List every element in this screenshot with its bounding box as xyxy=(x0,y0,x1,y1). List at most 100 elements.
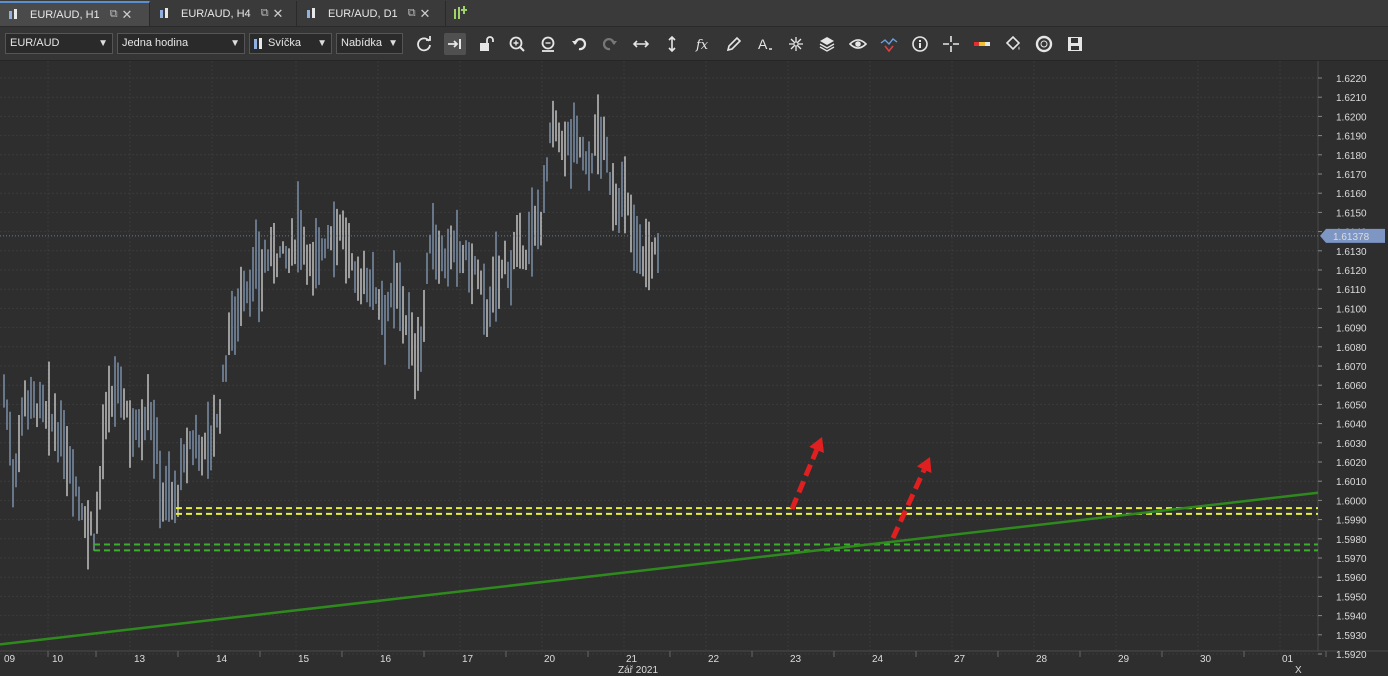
alerts-button[interactable] xyxy=(878,33,900,55)
price-chart[interactable]: 1.6220 1.6210 1.6200 1.6190 1.6180 1.6170 1.61… xyxy=(0,61,1388,676)
price-tick-label: 1.6110 xyxy=(1336,285,1366,296)
symbol-value: EUR/AUD xyxy=(10,37,60,49)
time-tick-label: 30 xyxy=(1200,654,1212,665)
undo-button[interactable] xyxy=(568,33,590,55)
tab-eur-aud-h4[interactable]: EUR/AUD, H4 ⧉ ✕ xyxy=(151,1,297,26)
time-tick-label: 09 xyxy=(4,654,16,665)
draw-button[interactable] xyxy=(723,33,745,55)
tab-eur-aud-d1[interactable]: EUR/AUD, D1 ⧉ ✕ xyxy=(298,1,446,26)
price-tick-label: 1.6130 xyxy=(1336,247,1367,258)
price-tick-label: 1.6090 xyxy=(1336,324,1367,335)
help-button[interactable] xyxy=(1033,33,1055,55)
paint-bucket-icon xyxy=(1005,35,1021,51)
auto-scroll-button[interactable] xyxy=(444,33,466,55)
horizontal-resize-button[interactable] xyxy=(630,33,652,55)
time-tick-label: 28 xyxy=(1036,654,1048,665)
timeframe-value: Jedna hodina xyxy=(122,37,189,49)
price-tick-label: 1.5930 xyxy=(1336,631,1367,642)
text-icon: A xyxy=(758,36,772,52)
layers-button[interactable] xyxy=(816,33,838,55)
popout-icon[interactable]: ⧉ xyxy=(261,7,269,20)
price-tick-label: 1.6030 xyxy=(1336,439,1367,450)
price-tick-label: 1.5960 xyxy=(1336,573,1367,584)
price-tick-label: 1.6160 xyxy=(1336,189,1367,200)
alert-icon xyxy=(880,38,898,53)
price-type-value: Nabídka xyxy=(341,37,382,49)
save-icon xyxy=(1068,37,1082,51)
visibility-button[interactable] xyxy=(847,33,869,55)
zoom-in-button[interactable] xyxy=(506,33,528,55)
unlock-button[interactable] xyxy=(475,33,497,55)
price-tick-label: 1.6150 xyxy=(1336,208,1367,219)
cursor-button[interactable] xyxy=(940,33,962,55)
chevron-down-icon: ▼ xyxy=(230,38,240,49)
indicators-button[interactable]: fx xyxy=(692,33,714,55)
time-tick-label: 24 xyxy=(872,654,884,665)
chevron-down-icon: ▼ xyxy=(317,38,327,49)
price-tick-label: 1.5990 xyxy=(1336,516,1367,527)
timeframe-select[interactable]: Jedna hodina ▼ xyxy=(117,33,245,54)
redo-button[interactable] xyxy=(599,33,621,55)
symbol-select[interactable]: EUR/AUD ▼ xyxy=(5,33,113,54)
crosshair-star-icon xyxy=(789,37,803,51)
zoom-out-button[interactable] xyxy=(537,33,559,55)
price-tick-label: 1.6170 xyxy=(1336,170,1367,181)
price-tick-label: 1.5940 xyxy=(1336,612,1367,623)
time-tick-label: 29 xyxy=(1118,654,1130,665)
svg-text:A: A xyxy=(758,36,768,52)
popout-icon[interactable]: ⧉ xyxy=(110,8,118,21)
pencil-icon xyxy=(726,36,742,52)
text-tool-button[interactable]: A xyxy=(754,33,776,55)
time-tick-label: 21 xyxy=(626,654,638,665)
tab-eur-aud-h1[interactable]: EUR/AUD, H1 ⧉ ✕ xyxy=(0,1,150,26)
auto-scroll-icon xyxy=(448,39,461,49)
layers-icon xyxy=(819,37,835,52)
close-icon[interactable]: ✕ xyxy=(420,6,431,22)
tab-label: EUR/AUD, H4 xyxy=(181,7,251,20)
candlestick-icon xyxy=(8,8,22,21)
price-tick-label: 1.6210 xyxy=(1336,93,1367,104)
price-tick-label: 1.6040 xyxy=(1336,420,1367,431)
objects-button[interactable] xyxy=(785,33,807,55)
price-tick-label: 1.6020 xyxy=(1336,458,1367,469)
time-tick-label: 20 xyxy=(544,654,556,665)
time-tick-label: 23 xyxy=(790,654,802,665)
color-scheme-button[interactable] xyxy=(971,33,993,55)
add-chart-icon[interactable] xyxy=(452,4,470,22)
zoom-out-icon xyxy=(541,36,555,52)
save-button[interactable] xyxy=(1064,33,1086,55)
undo-icon xyxy=(572,38,587,51)
vertical-resize-button[interactable] xyxy=(661,33,683,55)
time-tick-label: 22 xyxy=(708,654,720,665)
price-tick-label: 1.5920 xyxy=(1336,650,1367,661)
candlestick-icon xyxy=(159,7,173,20)
chevron-down-icon: ▼ xyxy=(98,38,108,49)
refresh-button[interactable] xyxy=(413,33,435,55)
price-tick-label: 1.6010 xyxy=(1336,477,1367,488)
tab-label: EUR/AUD, D1 xyxy=(328,7,398,20)
color-bar-icon xyxy=(974,42,990,46)
price-type-select[interactable]: Nabídka ▼ xyxy=(336,33,403,54)
close-icon[interactable]: ✕ xyxy=(273,6,284,22)
svg-text:fx: fx xyxy=(695,38,709,53)
info-button[interactable] xyxy=(909,33,931,55)
chevron-down-icon: ▼ xyxy=(388,38,398,49)
horizontal-resize-icon xyxy=(632,40,650,48)
price-tick-label: 1.5970 xyxy=(1336,554,1367,565)
eye-icon xyxy=(849,39,867,49)
time-axis-subtitle: Zář 2021 xyxy=(618,665,658,676)
close-icon[interactable]: ✕ xyxy=(122,7,133,23)
price-tick-label: 1.6100 xyxy=(1336,304,1367,315)
fill-button[interactable] xyxy=(1002,33,1024,55)
chart-type-select[interactable]: Svíčka ▼ xyxy=(249,33,332,54)
price-tick-label: 1.6060 xyxy=(1336,381,1367,392)
time-tick-label: 14 xyxy=(216,654,228,665)
price-tick-label: 1.6220 xyxy=(1336,74,1367,85)
price-tick-label: 1.6190 xyxy=(1336,132,1367,143)
info-icon xyxy=(912,36,928,52)
redo-icon xyxy=(602,38,617,51)
popout-icon[interactable]: ⧉ xyxy=(408,7,416,20)
price-tick-label: 1.6000 xyxy=(1336,496,1367,507)
price-tick-label: 1.6080 xyxy=(1336,343,1367,354)
candlestick-icon xyxy=(254,38,262,49)
